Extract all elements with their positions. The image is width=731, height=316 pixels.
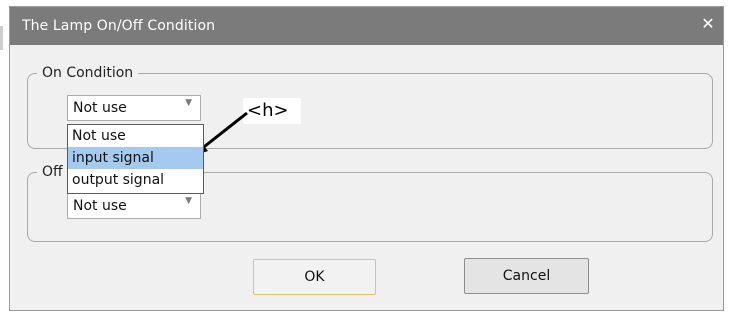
dropdown-option-input-signal[interactable]: input signal [68,147,203,169]
dropdown-option-not-use[interactable]: Not use [68,125,203,147]
on-condition-dropdown-list: Not use input signal output signal [67,124,204,194]
dropdown-option-output-signal[interactable]: output signal [68,169,203,191]
